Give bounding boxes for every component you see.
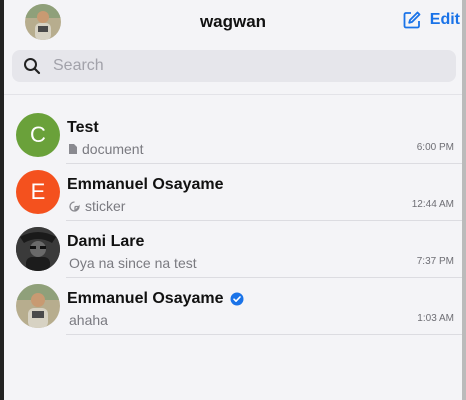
avatar: E <box>16 170 60 214</box>
chat-name: Test <box>67 119 99 137</box>
chat-time: 7:37 PM <box>416 256 454 267</box>
search-bar[interactable] <box>12 50 456 82</box>
divider <box>4 94 462 95</box>
edit-label: Edit <box>429 11 460 28</box>
chat-list: C Test document 6:00 PM E Emmanuel Osaya… <box>4 107 462 335</box>
chat-item[interactable]: C Test document 6:00 PM <box>4 107 462 164</box>
avatar-initial: E <box>30 179 46 204</box>
chat-name-text: Dami Lare <box>67 233 145 250</box>
row-divider <box>66 334 462 335</box>
chat-time: 6:00 PM <box>416 142 454 153</box>
avatar <box>16 227 60 271</box>
chat-time: 12:44 AM <box>411 199 454 210</box>
avatar: C <box>16 113 60 157</box>
chat-name: Emmanuel Osayame <box>67 176 224 194</box>
chat-preview: Oya na since na test <box>69 255 197 271</box>
chat-name-text: Emmanuel Osayame <box>67 176 224 193</box>
chat-list-panel: wagwan Edit C Test <box>4 0 462 400</box>
chat-item[interactable]: Emmanuel Osayame ahaha 1:03 AM <box>4 278 462 335</box>
chat-preview-text: sticker <box>85 198 126 214</box>
chat-name-text: Emmanuel Osayame <box>67 290 224 307</box>
avatar-initial: C <box>30 122 46 147</box>
chat-name: Emmanuel Osayame <box>67 290 244 308</box>
header: wagwan Edit <box>4 0 462 44</box>
sticker-icon <box>69 200 80 212</box>
compose-icon <box>403 11 421 29</box>
edit-button[interactable]: Edit <box>402 10 460 30</box>
scrollbar-track[interactable] <box>462 0 466 400</box>
page-title: wagwan <box>199 12 267 31</box>
chat-preview: sticker <box>69 198 125 214</box>
search-input[interactable] <box>53 57 413 75</box>
chat-time: 1:03 AM <box>417 313 454 324</box>
chat-item[interactable]: E Emmanuel Osayame sticker 12:44 AM <box>4 164 462 221</box>
search-icon <box>23 57 41 75</box>
chat-preview-text: document <box>82 141 144 157</box>
chat-name-text: Test <box>67 119 99 136</box>
verified-badge-icon <box>230 292 244 306</box>
chat-preview: ahaha <box>69 312 108 328</box>
document-icon <box>69 144 77 154</box>
chat-name: Dami Lare <box>67 233 144 251</box>
chat-preview-text: ahaha <box>69 312 108 328</box>
chat-item[interactable]: Dami Lare Oya na since na test 7:37 PM <box>4 221 462 278</box>
avatar <box>16 284 60 328</box>
chat-preview: document <box>69 141 143 157</box>
chat-preview-text: Oya na since na test <box>69 255 197 271</box>
